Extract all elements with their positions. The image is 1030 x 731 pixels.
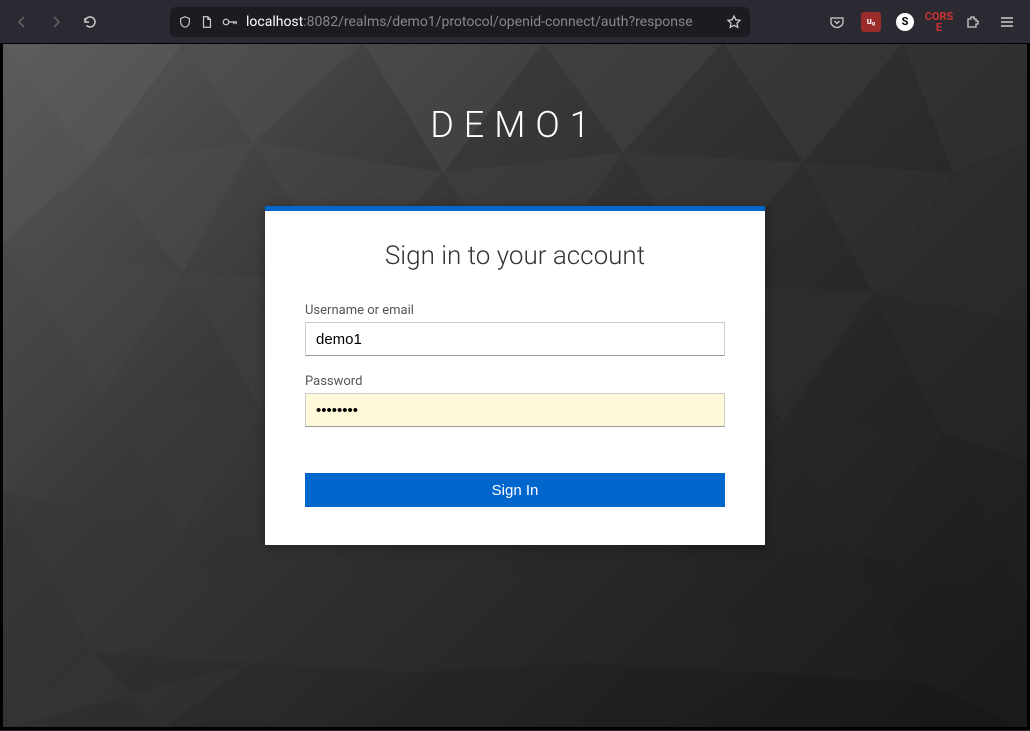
- url-bar[interactable]: localhost:8082/realms/demo1/protocol/ope…: [170, 7, 750, 37]
- page-icon: [200, 15, 214, 29]
- password-input[interactable]: [305, 393, 725, 427]
- login-card: Sign in to your account Username or emai…: [265, 206, 765, 545]
- reload-button[interactable]: [76, 8, 104, 36]
- extensions-icon[interactable]: [958, 7, 988, 37]
- menu-icon[interactable]: [992, 7, 1022, 37]
- sign-in-button[interactable]: Sign In: [305, 473, 725, 507]
- extension-s-icon[interactable]: S: [890, 7, 920, 37]
- page-content: DEMO1 Sign in to your account Username o…: [0, 44, 1030, 730]
- back-button[interactable]: [8, 8, 36, 36]
- username-group: Username or email: [305, 303, 725, 356]
- bookmark-star-icon[interactable]: [726, 14, 742, 30]
- url-host: localhost: [246, 14, 303, 30]
- password-label: Password: [305, 374, 725, 389]
- ublock-icon[interactable]: u₀: [856, 7, 886, 37]
- realm-title: DEMO1: [430, 104, 600, 146]
- key-icon: [222, 15, 238, 29]
- url-path: :8082/realms/demo1/protocol/openid-conne…: [303, 14, 692, 30]
- forward-button[interactable]: [42, 8, 70, 36]
- toolbar-right: u₀ S CORSE: [822, 7, 1022, 37]
- page-inner: DEMO1 Sign in to your account Username o…: [3, 44, 1027, 545]
- url-text: localhost:8082/realms/demo1/protocol/ope…: [246, 14, 718, 30]
- password-group: Password: [305, 374, 725, 427]
- pocket-icon[interactable]: [822, 7, 852, 37]
- cors-extension-icon[interactable]: CORSE: [924, 7, 954, 37]
- browser-toolbar: localhost:8082/realms/demo1/protocol/ope…: [0, 0, 1030, 44]
- username-input[interactable]: [305, 322, 725, 356]
- shield-icon: [178, 15, 192, 29]
- card-title: Sign in to your account: [305, 241, 725, 271]
- username-label: Username or email: [305, 303, 725, 318]
